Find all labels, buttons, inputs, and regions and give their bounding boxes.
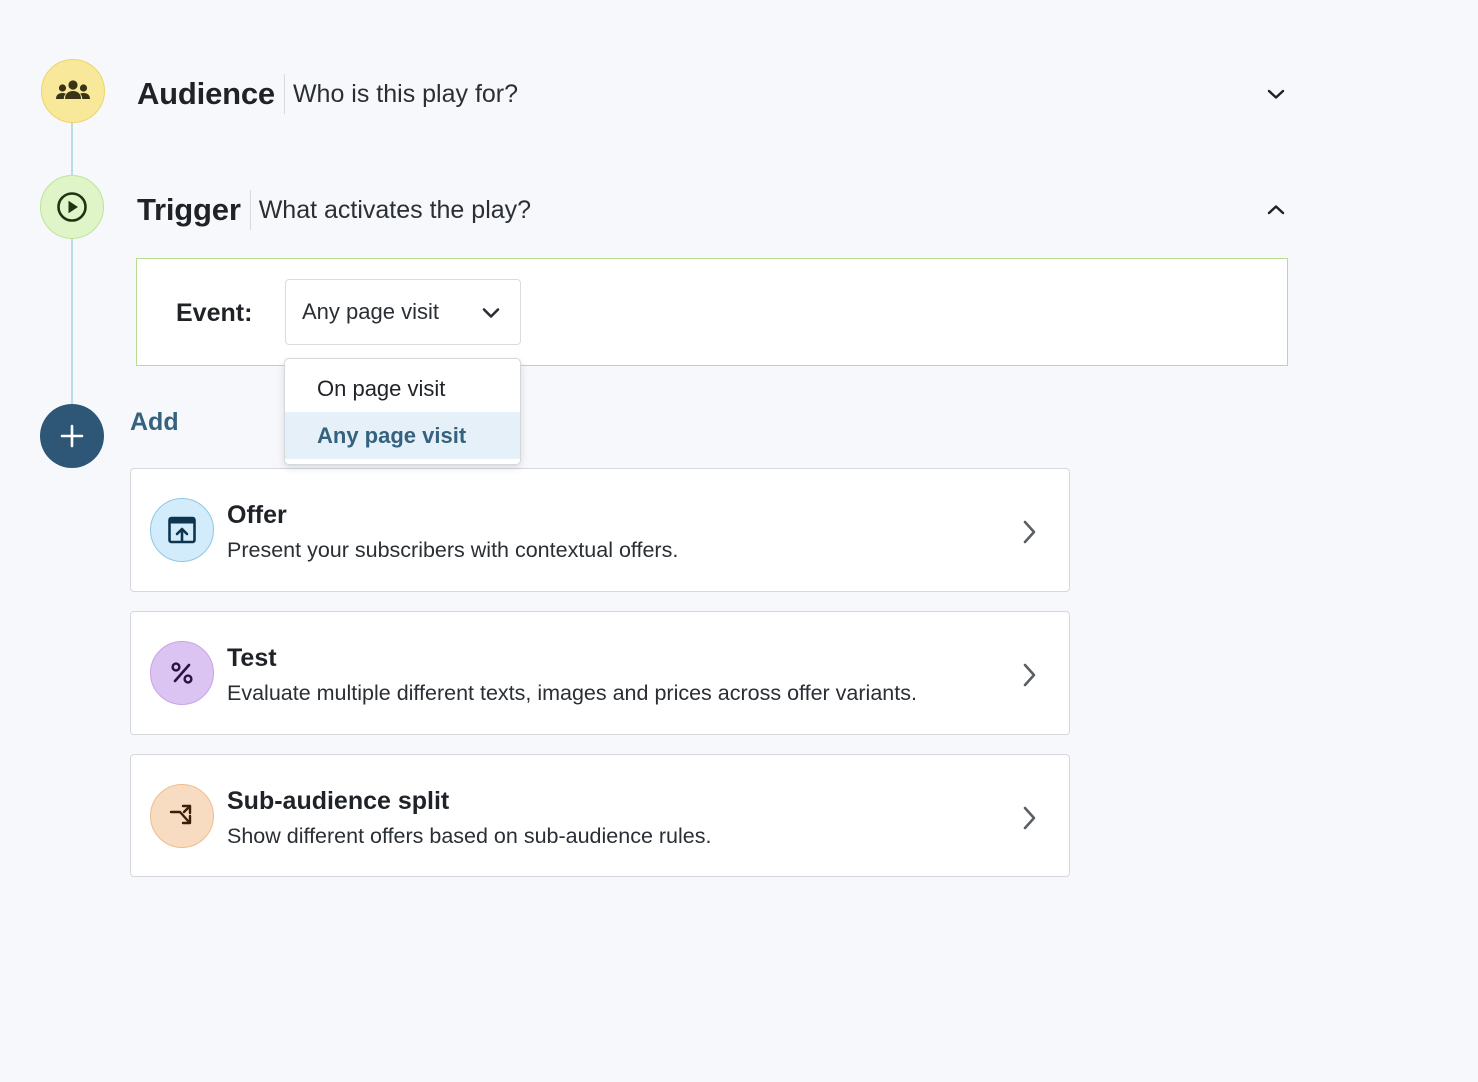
test-option-card[interactable]: Test Evaluate multiple different texts, …: [130, 611, 1070, 735]
audience-step-title: Audience: [137, 76, 275, 111]
card-title: Sub-audience split: [227, 787, 450, 815]
chevron-down-icon[interactable]: [1264, 82, 1288, 106]
percent-icon: [171, 662, 193, 684]
chevron-up-icon[interactable]: [1264, 198, 1288, 222]
add-step-label[interactable]: Add: [130, 408, 179, 437]
offer-option-card[interactable]: Offer Present your subscribers with cont…: [130, 468, 1070, 592]
audience-step-icon-circle: [41, 59, 105, 123]
chevron-right-icon: [1021, 805, 1037, 836]
trigger-step-icon-circle: [40, 175, 104, 239]
timeline-connector: [71, 122, 73, 176]
card-description: Show different offers based on sub-audie…: [227, 824, 712, 848]
test-icon-circle: [150, 641, 214, 705]
chevron-right-icon: [1021, 519, 1037, 550]
event-select-value: Any page visit: [302, 299, 439, 324]
audience-step-subtitle: Who is this play for?: [292, 79, 519, 108]
trigger-step-header[interactable]: Trigger What activates the play?: [137, 188, 1288, 232]
timeline-connector: [71, 238, 73, 406]
audience-step-header[interactable]: Audience Who is this play for?: [137, 72, 1288, 116]
people-icon: [56, 80, 90, 99]
event-dropdown-menu: On page visit Any page visit: [284, 358, 521, 465]
card-title: Offer: [227, 501, 287, 529]
dropdown-option-any-page-visit[interactable]: Any page visit: [285, 412, 520, 459]
chevron-down-icon: [480, 302, 502, 329]
split-arrow-icon: [169, 804, 192, 825]
chevron-right-icon: [1021, 662, 1037, 693]
add-step-button[interactable]: [40, 404, 104, 468]
event-label: Event:: [176, 299, 253, 327]
plus-icon: [60, 424, 84, 448]
offer-upload-icon: [168, 516, 196, 544]
play-builder: Audience Who is this play for? Trigger W…: [0, 0, 1478, 1082]
sub-audience-split-option-card[interactable]: Sub-audience split Show different offers…: [130, 754, 1070, 877]
trigger-step-title: Trigger: [137, 192, 241, 227]
card-description: Evaluate multiple different texts, image…: [227, 681, 917, 705]
trigger-config-panel: Event: Any page visit: [136, 258, 1288, 366]
header-divider: [249, 190, 251, 230]
dropdown-option-on-page-visit[interactable]: On page visit: [285, 365, 520, 412]
header-divider: [283, 74, 285, 114]
offer-icon-circle: [150, 498, 214, 562]
event-select[interactable]: Any page visit: [285, 279, 521, 345]
card-description: Present your subscribers with contextual…: [227, 538, 679, 562]
card-title: Test: [227, 644, 277, 672]
play-circle-icon: [57, 192, 87, 222]
split-icon-circle: [150, 784, 214, 848]
trigger-step-subtitle: What activates the play?: [258, 195, 532, 224]
